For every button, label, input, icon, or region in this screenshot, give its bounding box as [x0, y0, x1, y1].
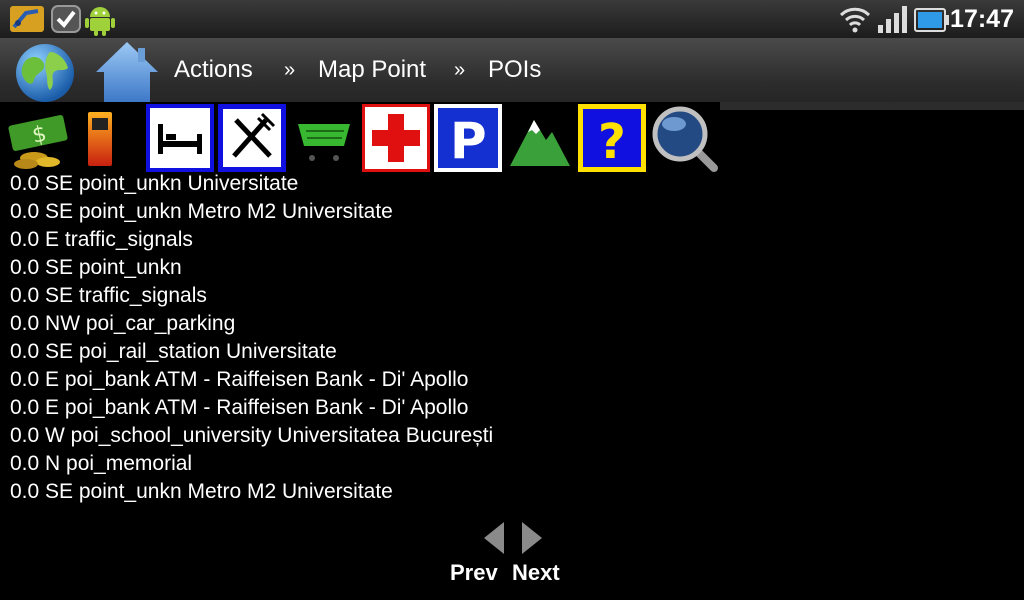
next-arrow-icon[interactable] — [520, 520, 544, 556]
shopping-cart-icon[interactable] — [290, 104, 358, 172]
app-icon — [8, 3, 46, 35]
list-item[interactable]: 0.0 E traffic_signals — [10, 226, 1010, 254]
parking-icon[interactable]: P — [434, 104, 502, 172]
signal-icon — [876, 3, 910, 35]
unknown-icon[interactable]: ? — [578, 104, 646, 172]
globe-icon[interactable] — [14, 42, 76, 104]
svg-text:?: ? — [598, 114, 626, 170]
battery-icon — [914, 3, 950, 35]
restaurant-icon[interactable] — [218, 104, 286, 172]
list-item[interactable]: 0.0 SE traffic_signals — [10, 282, 1010, 310]
breadcrumb-actions[interactable]: Actions — [174, 56, 253, 84]
list-item[interactable]: 0.0 E poi_bank ATM - Raiffeisen Bank - D… — [10, 366, 1010, 394]
android-icon — [84, 3, 116, 36]
status-bar: 17:47 — [0, 0, 1024, 38]
list-item[interactable]: 0.0 NW poi_car_parking — [10, 310, 1010, 338]
prev-arrow-icon[interactable] — [482, 520, 506, 556]
mountain-icon[interactable] — [506, 104, 574, 172]
money-icon[interactable]: $ — [4, 104, 72, 172]
hospital-icon[interactable] — [362, 104, 430, 172]
home-icon[interactable] — [94, 40, 160, 102]
title-bar-extension — [720, 102, 1024, 110]
poi-list: 0.0 SE point_unkn Universitate 0.0 SE po… — [10, 170, 1010, 506]
search-icon[interactable] — [650, 104, 718, 172]
prev-button[interactable]: Prev — [450, 560, 498, 586]
tasks-check-icon — [50, 3, 82, 35]
fuel-icon[interactable] — [74, 104, 142, 172]
list-item[interactable]: 0.0 SE poi_rail_station Universitate — [10, 338, 1010, 366]
breadcrumb-separator: » — [284, 59, 296, 81]
lodging-icon[interactable] — [146, 104, 214, 172]
next-button[interactable]: Next — [512, 560, 560, 586]
list-item[interactable]: 0.0 SE point_unkn Universitate — [10, 170, 1010, 198]
list-item[interactable]: 0.0 E poi_bank ATM - Raiffeisen Bank - D… — [10, 394, 1010, 422]
list-item[interactable]: 0.0 SE point_unkn — [10, 254, 1010, 282]
list-item[interactable]: 0.0 N poi_memorial — [10, 450, 1010, 478]
list-item[interactable]: 0.0 SE point_unkn Metro M2 Universitate — [10, 478, 1010, 506]
status-clock: 17:47 — [950, 5, 1014, 33]
list-item[interactable]: 0.0 W poi_school_university Universitate… — [10, 422, 1010, 450]
breadcrumb-separator: » — [454, 59, 466, 81]
svg-text:P: P — [450, 112, 487, 170]
breadcrumb-pois: POIs — [488, 56, 542, 83]
list-item[interactable]: 0.0 SE point_unkn Metro M2 Universitate — [10, 198, 1010, 226]
wifi-icon — [838, 3, 872, 35]
breadcrumb-map-point[interactable]: Map Point — [318, 56, 426, 84]
